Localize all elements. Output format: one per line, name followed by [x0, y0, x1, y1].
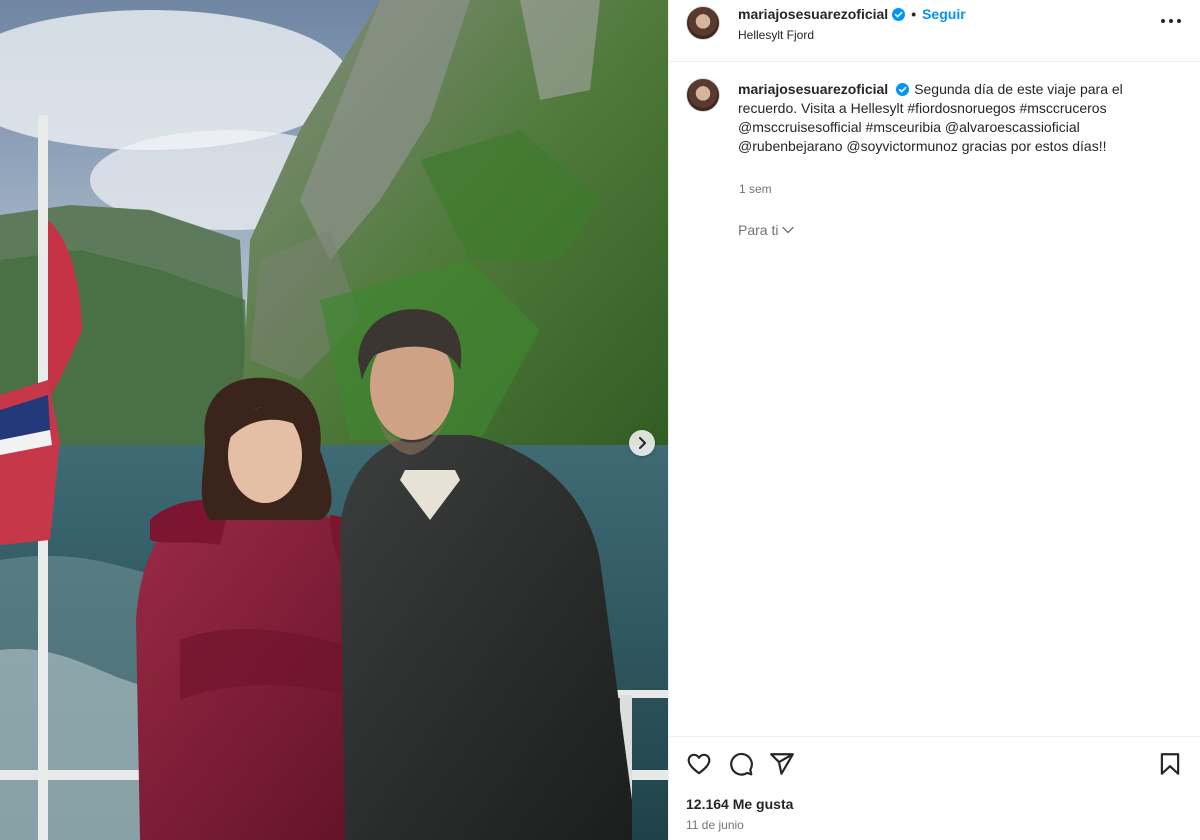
share-icon[interactable] — [769, 751, 795, 777]
caption-timestamp[interactable]: 1 sem — [739, 182, 772, 196]
like-count[interactable]: 12.164 Me gusta — [686, 796, 793, 812]
header-user-line: mariajosesuarezoficial • Seguir — [738, 6, 966, 22]
header-username[interactable]: mariajosesuarezoficial — [738, 6, 888, 22]
comment-icon[interactable] — [728, 751, 754, 777]
translate-label: Para ti — [738, 222, 779, 238]
chevron-right-icon — [639, 437, 646, 449]
post-date[interactable]: 11 de junio — [686, 818, 744, 832]
photo-scene — [0, 0, 668, 840]
carousel-next-button[interactable] — [629, 430, 655, 456]
post-location[interactable]: Hellesylt Fjord — [738, 28, 814, 42]
caption-avatar[interactable] — [686, 78, 720, 112]
follow-button[interactable]: Seguir — [922, 6, 966, 22]
heart-icon[interactable] — [686, 751, 712, 777]
translate-toggle[interactable]: Para ti — [738, 222, 795, 238]
more-options-icon[interactable] — [1159, 14, 1183, 28]
caption-username[interactable]: mariajosesuarezoficial — [738, 81, 888, 97]
bookmark-icon[interactable] — [1157, 751, 1183, 777]
post-actions: 12.164 Me gusta 11 de junio — [669, 736, 1200, 840]
verified-badge-icon — [896, 83, 910, 96]
avatar[interactable] — [686, 6, 720, 40]
dot-separator: • — [911, 6, 917, 22]
post-photo[interactable] — [0, 0, 668, 840]
post-details-panel: mariajosesuarezoficial • Seguir Hellesyl… — [668, 0, 1200, 840]
caption-text: mariajosesuarezoficial Segunda día de es… — [738, 80, 1178, 156]
chevron-down-icon — [782, 226, 795, 234]
post-header: mariajosesuarezoficial • Seguir Hellesyl… — [669, 0, 1200, 62]
instagram-post: mariajosesuarezoficial • Seguir Hellesyl… — [0, 0, 1200, 840]
verified-badge-icon — [892, 7, 906, 21]
